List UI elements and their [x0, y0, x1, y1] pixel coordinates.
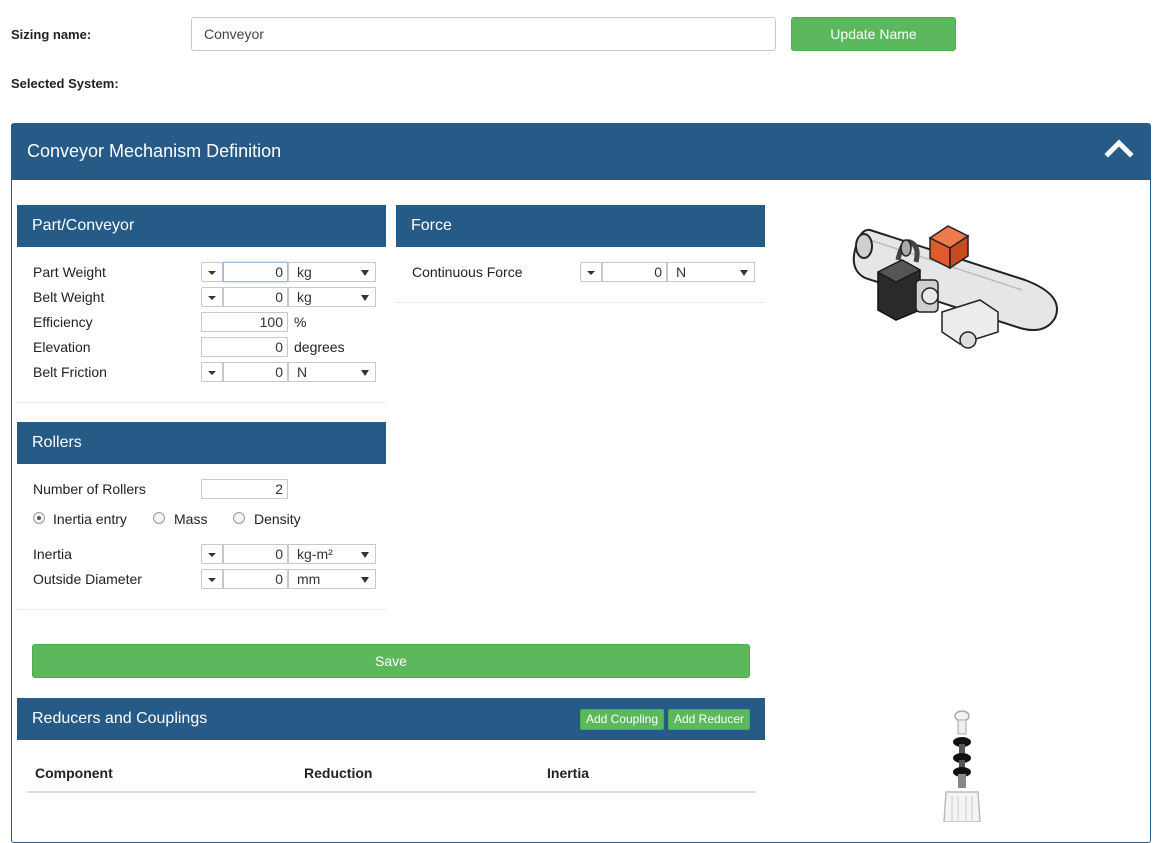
- add-reducer-button[interactable]: Add Reducer: [668, 709, 750, 730]
- outside-diameter-dropdown[interactable]: [201, 569, 223, 589]
- inertia-dropdown[interactable]: [201, 544, 223, 564]
- outside-diameter-input[interactable]: 0: [223, 569, 288, 589]
- selected-system-label: Selected System:: [11, 76, 119, 91]
- number-of-rollers-label: Number of Rollers: [33, 481, 146, 497]
- elevation-unit: degrees: [294, 339, 345, 355]
- inertia-unit-select[interactable]: kg-m²: [288, 544, 376, 564]
- rollers-title: Rollers: [32, 434, 82, 451]
- elevation-input[interactable]: 0: [201, 337, 288, 357]
- belt-weight-dropdown[interactable]: [201, 287, 223, 307]
- mass-radio[interactable]: [153, 512, 165, 524]
- part-conveyor-title: Part/Conveyor: [32, 217, 135, 234]
- rollers-header: Rollers: [17, 422, 386, 464]
- belt-weight-unit-select[interactable]: kg: [288, 287, 376, 307]
- add-coupling-button[interactable]: Add Coupling: [580, 709, 664, 730]
- belt-weight-input[interactable]: 0: [223, 287, 288, 307]
- belt-friction-label: Belt Friction: [33, 364, 107, 380]
- conveyor-illustration: [852, 225, 1058, 349]
- part-weight-label: Part Weight: [33, 264, 106, 280]
- inertia-label: Inertia: [33, 546, 72, 562]
- sizing-name-input[interactable]: Conveyor: [191, 17, 776, 51]
- efficiency-label: Efficiency: [33, 314, 93, 330]
- belt-friction-unit-select[interactable]: N: [288, 362, 376, 382]
- sizing-name-label: Sizing name:: [11, 27, 92, 42]
- density-radio[interactable]: [233, 512, 245, 524]
- mechanism-panel-header[interactable]: Conveyor Mechanism Definition: [12, 124, 1150, 180]
- belt-friction-input[interactable]: 0: [223, 362, 288, 382]
- mass-label[interactable]: Mass: [174, 511, 207, 527]
- column-header-reduction: Reduction: [304, 765, 373, 781]
- outside-diameter-label: Outside Diameter: [33, 571, 142, 587]
- efficiency-input[interactable]: 100: [201, 312, 288, 332]
- column-header-inertia: Inertia: [547, 765, 590, 781]
- table-header-divider: [27, 791, 755, 793]
- density-label[interactable]: Density: [254, 511, 301, 527]
- update-name-button[interactable]: Update Name: [791, 17, 956, 51]
- continuous-force-input[interactable]: 0: [602, 262, 667, 282]
- elevation-label: Elevation: [33, 339, 91, 355]
- belt-friction-dropdown[interactable]: [201, 362, 223, 382]
- continuous-force-unit-select[interactable]: N: [667, 262, 755, 282]
- drivetrain-illustration: [943, 710, 981, 822]
- efficiency-unit: %: [294, 314, 307, 330]
- chevron-up-icon[interactable]: [1104, 136, 1134, 160]
- part-weight-input[interactable]: 0: [223, 262, 288, 282]
- inertia-input[interactable]: 0: [223, 544, 288, 564]
- mechanism-panel-title: Conveyor Mechanism Definition: [27, 141, 282, 161]
- column-header-component: Component: [35, 765, 113, 781]
- force-header: Force: [396, 205, 765, 247]
- inertia-entry-radio[interactable]: [33, 512, 45, 524]
- part-weight-dropdown[interactable]: [201, 262, 223, 282]
- continuous-force-label: Continuous Force: [412, 264, 523, 280]
- force-title: Force: [411, 217, 452, 234]
- inertia-entry-label[interactable]: Inertia entry: [53, 511, 127, 527]
- part-weight-unit-select[interactable]: kg: [288, 262, 376, 282]
- outside-diameter-unit-select[interactable]: mm: [288, 569, 376, 589]
- part-conveyor-header: Part/Conveyor: [17, 205, 386, 247]
- number-of-rollers-input[interactable]: 2: [201, 479, 288, 499]
- belt-weight-label: Belt Weight: [33, 289, 105, 305]
- save-button[interactable]: Save: [32, 644, 750, 678]
- reducers-title: Reducers and Couplings: [32, 710, 208, 727]
- continuous-force-dropdown[interactable]: [580, 262, 602, 282]
